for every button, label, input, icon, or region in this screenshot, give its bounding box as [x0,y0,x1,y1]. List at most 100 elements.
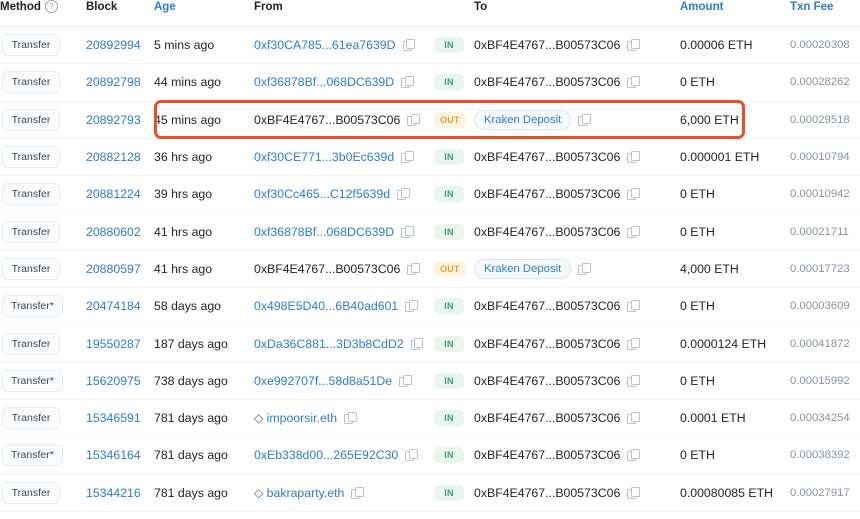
block-cell: 20880597 [86,250,154,287]
block-link[interactable]: 15620975 [86,374,141,388]
copy-icon[interactable] [627,188,639,200]
block-link[interactable]: 20892798 [86,75,141,89]
direction-badge-in: IN [434,410,464,426]
column-header-age[interactable]: Age [154,0,254,27]
from-address[interactable]: 0xDa36C881...3D3b8CdD2 [254,337,404,351]
copy-icon[interactable] [407,263,419,275]
table-row[interactable]: Transfer*15346164781 days ago0xEb338d00.… [0,437,860,474]
block-cell: 15346164 [86,437,154,474]
to-name-pill[interactable]: Kraken Deposit [474,110,571,130]
method-badge[interactable]: Transfer [2,333,60,355]
copy-icon[interactable] [578,114,590,126]
block-link[interactable]: 20474184 [86,299,141,313]
from-ens-link[interactable]: ◇ bakraparty.eth [254,486,344,500]
question-circle-icon[interactable]: ? [45,0,58,13]
method-badge[interactable]: Transfer [2,482,60,504]
table-row[interactable]: Transfer2089279844 mins ago0xf36878Bf...… [0,64,860,101]
txn-fee-cell: 0.00010794 [790,138,860,175]
table-row[interactable]: Transfer*15620975738 days ago0xe992707f.… [0,362,860,399]
direction-badge-in: IN [434,186,464,202]
copy-icon[interactable] [627,412,639,424]
copy-icon[interactable] [627,449,639,461]
method-badge[interactable]: Transfer [2,221,60,243]
table-row[interactable]: Transfer15344216781 days ago◇ bakraparty… [0,474,860,511]
txn-fee-cell: 0.00021711 [790,213,860,250]
block-link[interactable]: 20892994 [86,38,141,52]
copy-icon[interactable] [578,263,590,275]
method-cell: Transfer [0,176,86,213]
amount-cell: 0 ETH [680,362,790,399]
copy-icon[interactable] [407,114,419,126]
copy-icon[interactable] [627,375,639,387]
copy-icon[interactable] [401,76,413,88]
block-link[interactable]: 20880602 [86,225,141,239]
copy-icon[interactable] [627,39,639,51]
table-row[interactable]: Transfer2088059741 hrs ago0xBF4E4767...B… [0,250,860,287]
method-badge[interactable]: Transfer [2,183,60,205]
method-badge[interactable]: Transfer [2,71,60,93]
table-row[interactable]: Transfer*2047418458 days ago0x498E5D40..… [0,288,860,325]
copy-icon[interactable] [401,151,413,163]
to-cell: 0xBF4E4767...B00573C06 [474,27,680,64]
copy-icon[interactable] [351,487,363,499]
block-link[interactable]: 20880597 [86,262,141,276]
method-badge[interactable]: Transfer [2,146,60,168]
copy-icon[interactable] [627,338,639,350]
copy-icon[interactable] [627,487,639,499]
from-cell: ◇ bakraparty.eth [254,474,434,511]
block-link[interactable]: 20882128 [86,150,141,164]
from-address[interactable]: 0xf36878Bf...068DC639D [254,225,394,239]
method-badge[interactable]: Transfer [2,34,60,56]
from-address[interactable]: 0xEb338d00...265E92C30 [254,448,398,462]
direction-badge-in: IN [434,336,464,352]
from-ens-link[interactable]: ◇ impoorsir.eth [254,411,337,425]
block-link[interactable]: 15346591 [86,411,141,425]
copy-icon[interactable] [627,226,639,238]
table-row[interactable]: Transfer2088122439 hrs ago0xf30Cc465...C… [0,176,860,213]
copy-icon[interactable] [411,338,423,350]
method-badge[interactable]: Transfer [2,109,60,131]
copy-icon[interactable] [627,300,639,312]
block-link[interactable]: 19550287 [86,337,141,351]
from-address[interactable]: 0x498E5D40...6B40ad601 [254,299,398,313]
method-badge[interactable]: Transfer* [2,444,63,466]
block-link[interactable]: 15346164 [86,448,141,462]
to-content: 0xBF4E4767...B00573C06 [474,374,680,388]
age-cell: 41 hrs ago [154,250,254,287]
from-cell: 0xf36878Bf...068DC639D [254,64,434,101]
method-badge[interactable]: Transfer [2,407,60,429]
table-row[interactable]: Transfer208929945 mins ago0xf30CA785...6… [0,27,860,64]
table-row[interactable]: Transfer15346591781 days ago◇ impoorsir.… [0,399,860,436]
copy-icon[interactable] [405,449,417,461]
to-name-pill[interactable]: Kraken Deposit [474,259,571,279]
copy-icon[interactable] [401,226,413,238]
column-header-txn-fee[interactable]: Txn Fee [790,0,860,27]
age-cell: 36 hrs ago [154,138,254,175]
from-cell: ◇ impoorsir.eth [254,399,434,436]
copy-icon[interactable] [397,188,409,200]
block-link[interactable]: 20892793 [86,113,141,127]
block-link[interactable]: 15344216 [86,486,141,500]
copy-icon[interactable] [627,76,639,88]
from-address[interactable]: 0xf30Cc465...C12f5639d [254,187,390,201]
block-link[interactable]: 20881224 [86,187,141,201]
copy-icon[interactable] [344,412,356,424]
txn-fee-cell: 0.00041872 [790,325,860,362]
method-badge[interactable]: Transfer* [2,295,63,317]
method-badge[interactable]: Transfer* [2,370,63,392]
copy-icon[interactable] [399,375,411,387]
copy-icon[interactable] [405,300,417,312]
from-address[interactable]: 0xe992707f...58d8a51De [254,374,392,388]
table-row[interactable]: Transfer2089279345 mins ago0xBF4E4767...… [0,101,860,138]
copy-icon[interactable] [403,39,415,51]
table-row[interactable]: Transfer19550287187 days ago0xDa36C881..… [0,325,860,362]
to-cell: 0xBF4E4767...B00573C06 [474,288,680,325]
copy-icon[interactable] [627,151,639,163]
table-row[interactable]: Transfer 20882128 36 hrs ago0xf30CE771...3… [0,138,860,175]
from-address[interactable]: 0xf36878Bf...068DC639D [254,75,394,89]
table-row[interactable]: Transfer2088060241 hrs ago0xf36878Bf...0… [0,213,860,250]
from-address[interactable]: 0xf30CA785...61ea7639D [254,38,396,52]
column-header-amount[interactable]: Amount [680,0,790,27]
from-address[interactable]: 0xf30CE771...3b0Ec639d [254,150,394,164]
method-badge[interactable]: Transfer [2,258,60,280]
